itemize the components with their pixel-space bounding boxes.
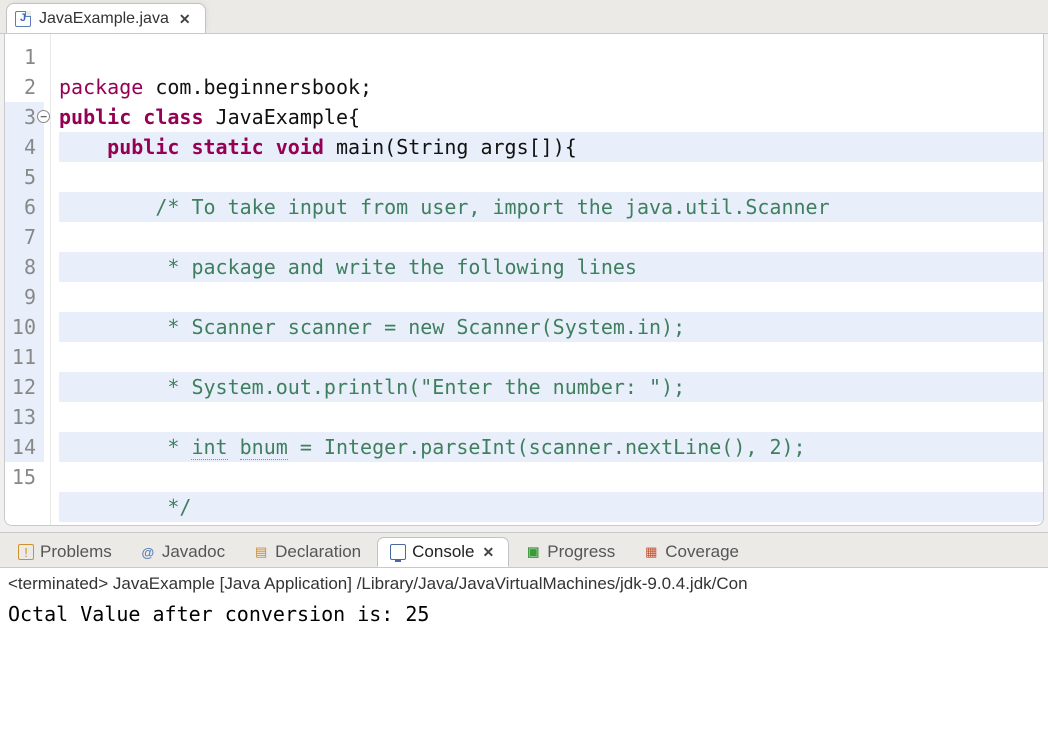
class-name: JavaExample{ bbox=[216, 105, 361, 129]
tab-label: Console bbox=[412, 542, 474, 562]
editor-tab-filename: JavaExample.java bbox=[39, 10, 169, 28]
line-number: 10 bbox=[5, 312, 44, 342]
tab-console[interactable]: Console ✕ bbox=[377, 537, 509, 567]
comment: /* To take input from user, import the j… bbox=[155, 195, 829, 219]
keyword-package: package bbox=[59, 75, 143, 99]
line-number: 12 bbox=[5, 372, 44, 402]
bottom-panel-tabbar: ! Problems @ Javadoc ▤ Declaration Conso… bbox=[0, 532, 1048, 568]
comment: * System.out.println("Enter the number: … bbox=[155, 375, 685, 399]
line-number: 4 bbox=[5, 132, 44, 162]
tab-label: Javadoc bbox=[162, 542, 225, 562]
console-output[interactable]: Octal Value after conversion is: 25 bbox=[8, 600, 1040, 628]
declaration-icon: ▤ bbox=[253, 544, 269, 560]
tab-declaration[interactable]: ▤ Declaration bbox=[241, 537, 373, 567]
keyword-public: public bbox=[59, 105, 131, 129]
console-process-header: <terminated> JavaExample [Java Applicati… bbox=[8, 572, 1040, 596]
code-editor[interactable]: 1 2 3− 4 5 6 7 8 9 10 11 12 13 14 15 pac… bbox=[4, 34, 1044, 526]
tab-javadoc[interactable]: @ Javadoc bbox=[128, 537, 237, 567]
problems-icon: ! bbox=[18, 544, 34, 560]
ide-workbench: J JavaExample.java ✕ 1 2 3− 4 5 6 7 8 9 … bbox=[0, 0, 1048, 736]
code-text-area[interactable]: package com.beginnersbook; public class … bbox=[51, 34, 1043, 525]
keyword-public: public bbox=[107, 135, 179, 159]
close-icon[interactable]: ✕ bbox=[481, 543, 497, 561]
line-number: 15 bbox=[5, 462, 44, 492]
tab-label: Progress bbox=[547, 542, 615, 562]
tab-label: Declaration bbox=[275, 542, 361, 562]
close-icon[interactable]: ✕ bbox=[177, 10, 193, 28]
line-number: 8 bbox=[5, 252, 44, 282]
main-signature: main(String args[]){ bbox=[336, 135, 577, 159]
editor-tab-javaexample[interactable]: J JavaExample.java ✕ bbox=[6, 3, 206, 33]
line-number: 2 bbox=[5, 72, 44, 102]
console-icon bbox=[390, 544, 406, 560]
line-number: 14 bbox=[5, 432, 44, 462]
javadoc-icon: @ bbox=[140, 544, 156, 560]
java-file-icon: J bbox=[15, 11, 31, 27]
line-number-gutter: 1 2 3− 4 5 6 7 8 9 10 11 12 13 14 15 bbox=[5, 34, 51, 525]
comment: * package and write the following lines bbox=[155, 255, 637, 279]
keyword-class: class bbox=[143, 105, 203, 129]
tab-progress[interactable]: ▣ Progress bbox=[513, 537, 627, 567]
keyword-void: void bbox=[276, 135, 324, 159]
console-panel: <terminated> JavaExample [Java Applicati… bbox=[0, 568, 1048, 736]
line-number: 6 bbox=[5, 192, 44, 222]
comment: * Scanner scanner = new Scanner(System.i… bbox=[155, 315, 685, 339]
line-number: 7 bbox=[5, 222, 44, 252]
fold-collapse-icon[interactable]: − bbox=[37, 110, 50, 123]
coverage-icon: ▦ bbox=[643, 544, 659, 560]
line-number: 9 bbox=[5, 282, 44, 312]
progress-icon: ▣ bbox=[525, 544, 541, 560]
line-number: 3− bbox=[5, 102, 44, 132]
tab-problems[interactable]: ! Problems bbox=[6, 537, 124, 567]
line-number: 5 bbox=[5, 162, 44, 192]
tab-label: Problems bbox=[40, 542, 112, 562]
tab-coverage[interactable]: ▦ Coverage bbox=[631, 537, 751, 567]
line-number: 1 bbox=[5, 42, 44, 72]
keyword-static: static bbox=[191, 135, 263, 159]
line-number: 13 bbox=[5, 402, 44, 432]
tab-label: Coverage bbox=[665, 542, 739, 562]
comment: * int bnum = Integer.parseInt(scanner.ne… bbox=[155, 435, 805, 460]
line-number: 11 bbox=[5, 342, 44, 372]
package-name: com.beginnersbook; bbox=[155, 75, 372, 99]
editor-tabbar: J JavaExample.java ✕ bbox=[0, 0, 1048, 34]
comment: */ bbox=[155, 495, 191, 519]
